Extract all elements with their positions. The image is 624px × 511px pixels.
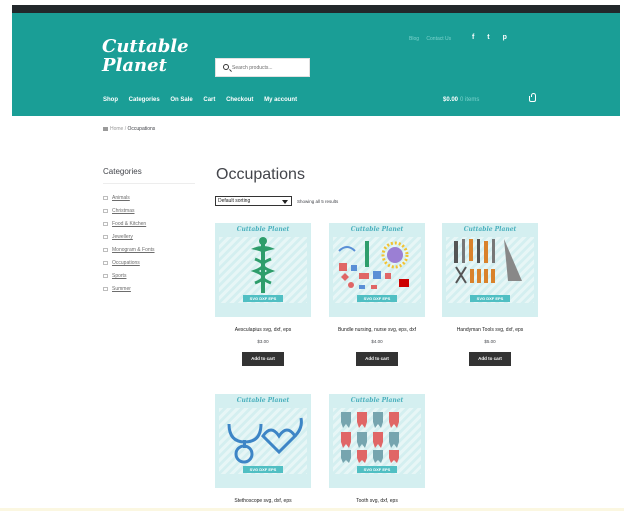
product-card: Cuttable Planet SVG DXF EPS Handyman Too… bbox=[442, 223, 538, 366]
folder-icon bbox=[103, 208, 108, 213]
breadcrumb-separator: / bbox=[124, 126, 127, 132]
product-card: Cuttable Planet SVG DXF EPS Bundle nursi… bbox=[329, 223, 425, 366]
formats-badge: SVG DXF EPS bbox=[357, 295, 397, 302]
folder-icon bbox=[103, 195, 108, 200]
product-card: Cuttable Planet SVG DXF EPS Stethoscope … bbox=[215, 394, 311, 504]
cart-item-count: 0 items bbox=[460, 97, 480, 103]
social-links: f t p bbox=[472, 34, 518, 41]
category-item[interactable]: Occupations bbox=[103, 260, 155, 273]
folder-icon bbox=[103, 247, 108, 252]
breadcrumb-home[interactable]: Home bbox=[110, 126, 123, 132]
formats-badge: SVG DXF EPS bbox=[357, 466, 397, 473]
caduceus-icon bbox=[250, 237, 276, 293]
category-item[interactable]: Christmas bbox=[103, 208, 155, 221]
category-item[interactable]: Summer bbox=[103, 286, 155, 299]
product-image[interactable]: Cuttable Planet SVG DXF EPS bbox=[442, 223, 538, 317]
site-logo[interactable]: Cuttable Planet bbox=[102, 37, 189, 75]
category-link[interactable]: Food & Kitchen bbox=[112, 221, 146, 227]
product-price: $3.00 bbox=[257, 339, 269, 344]
folder-icon bbox=[103, 234, 108, 239]
sidebar-divider bbox=[103, 183, 195, 184]
folder-icon bbox=[103, 273, 108, 278]
search-input[interactable] bbox=[231, 59, 309, 76]
nav-item-my-account[interactable]: My account bbox=[264, 97, 297, 103]
product-title[interactable]: Tooth svg, dxf, eps bbox=[329, 498, 425, 504]
category-link[interactable]: Occupations bbox=[112, 260, 140, 266]
facebook-icon[interactable]: f bbox=[472, 34, 474, 41]
category-link[interactable]: Animals bbox=[112, 195, 130, 201]
product-price: $5.00 bbox=[484, 339, 496, 344]
formats-badge: SVG DXF EPS bbox=[243, 466, 283, 473]
basket-icon[interactable] bbox=[529, 93, 536, 102]
breadcrumb: Home / Occupations bbox=[103, 126, 155, 132]
logo-line-1: Cuttable bbox=[102, 36, 189, 57]
header-cart[interactable]: $0.00 0 items bbox=[443, 97, 479, 103]
category-item[interactable]: Monogram & Fonts bbox=[103, 247, 155, 260]
formats-badge: SVG DXF EPS bbox=[470, 295, 510, 302]
sort-select[interactable]: Default sorting bbox=[215, 196, 292, 206]
page-title: Occupations bbox=[216, 166, 305, 183]
formats-badge: SVG DXF EPS bbox=[243, 295, 283, 302]
chevron-down-icon bbox=[282, 200, 288, 204]
nav-item-cart[interactable]: Cart bbox=[203, 97, 215, 103]
nav-link-blog[interactable]: Blog bbox=[409, 36, 419, 42]
category-link[interactable]: Sports bbox=[112, 273, 126, 279]
nav-item-categories[interactable]: Categories bbox=[129, 97, 160, 103]
product-image[interactable]: Cuttable Planet SVG DXF EPS bbox=[329, 223, 425, 317]
product-title[interactable]: Bundle nursing, nurse svg, eps, dxf bbox=[329, 327, 425, 333]
pinterest-icon[interactable]: p bbox=[503, 34, 507, 41]
product-image[interactable]: Cuttable Planet SVG DXF EPS bbox=[329, 394, 425, 488]
twitter-icon[interactable]: t bbox=[487, 34, 489, 41]
product-card: Cuttable Planet SVG DXF EPS Tooth svg, d… bbox=[329, 394, 425, 504]
cart-amount: $0.00 bbox=[443, 97, 459, 103]
product-title[interactable]: Stethoscope svg, dxf, eps bbox=[215, 498, 311, 504]
tooth-icon bbox=[341, 412, 399, 463]
tools-icon bbox=[454, 239, 522, 284]
secondary-nav: Blog Contact Us bbox=[409, 36, 457, 42]
nav-item-shop[interactable]: Shop bbox=[103, 97, 118, 103]
folder-icon bbox=[103, 260, 108, 265]
nav-link-contact[interactable]: Contact Us bbox=[426, 36, 451, 42]
breadcrumb-current: Occupations bbox=[127, 126, 156, 132]
add-to-cart-button[interactable]: Add to cart bbox=[356, 352, 398, 366]
category-list: Animals Christmas Food & Kitchen Jewelle… bbox=[103, 195, 155, 299]
product-image[interactable]: Cuttable Planet SVG DXF EPS bbox=[215, 223, 311, 317]
result-count: Showing all 5 results bbox=[297, 199, 339, 204]
category-link[interactable]: Summer bbox=[112, 286, 131, 292]
category-item[interactable]: Jewellery bbox=[103, 234, 155, 247]
main-nav: Shop Categories On Sale Cart Checkout My… bbox=[103, 97, 306, 103]
category-item[interactable]: Sports bbox=[103, 273, 155, 286]
category-link[interactable]: Jewellery bbox=[112, 234, 133, 240]
product-card: Cuttable Planet SVG DXF EPS Aesculapius … bbox=[215, 223, 311, 366]
search-box[interactable] bbox=[215, 58, 310, 77]
category-link[interactable]: Monogram & Fonts bbox=[112, 247, 155, 253]
folder-icon bbox=[103, 221, 108, 226]
logo-line-2: Planet bbox=[102, 55, 167, 76]
category-item[interactable]: Food & Kitchen bbox=[103, 221, 155, 234]
product-title[interactable]: Aesculapius svg, dxf, eps bbox=[215, 327, 311, 333]
add-to-cart-button[interactable]: Add to cart bbox=[242, 352, 284, 366]
sort-selected: Default sorting bbox=[218, 198, 251, 204]
home-icon bbox=[103, 126, 108, 131]
nav-item-checkout[interactable]: Checkout bbox=[226, 97, 253, 103]
add-to-cart-button[interactable]: Add to cart bbox=[469, 352, 511, 366]
nursing-bundle-icon bbox=[338, 241, 409, 289]
category-item[interactable]: Animals bbox=[103, 195, 155, 208]
top-bar bbox=[12, 5, 620, 13]
sidebar-title: Categories bbox=[103, 167, 142, 176]
folder-icon bbox=[103, 286, 108, 291]
nav-item-on-sale[interactable]: On Sale bbox=[170, 97, 192, 103]
product-image[interactable]: Cuttable Planet SVG DXF EPS bbox=[215, 394, 311, 488]
search-icon bbox=[223, 64, 229, 70]
stethoscope-icon bbox=[227, 417, 303, 464]
product-price: $4.00 bbox=[371, 339, 383, 344]
product-title[interactable]: Handyman Tools svg, dxf, eps bbox=[442, 327, 538, 333]
category-link[interactable]: Christmas bbox=[112, 208, 135, 214]
